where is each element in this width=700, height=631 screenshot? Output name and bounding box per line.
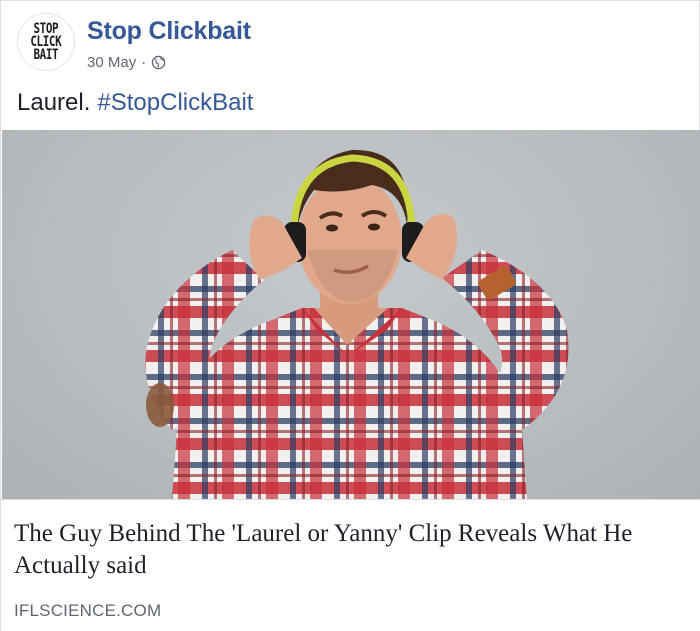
post-caption: Laurel. #StopClickBait [17,89,253,117]
avatar-text-line-3: BAIT [33,46,59,63]
man-with-headphones-photo [145,149,569,499]
link-preview-image[interactable] [2,130,700,499]
meta-separator: · [141,54,147,71]
link-headline[interactable]: The Guy Behind The 'Laurel or Yanny' Cli… [14,518,674,582]
globe-icon[interactable] [151,55,166,70]
post-date-link[interactable]: 30 May [87,54,136,71]
facebook-post: STOP CLICK BAIT Stop Clickbait 30 May · … [0,0,700,631]
link-preview-box[interactable]: The Guy Behind The 'Laurel or Yanny' Cli… [1,499,700,631]
hashtag-link[interactable]: #StopClickBait [97,89,253,116]
post-meta: 30 May · [87,54,166,71]
page-avatar[interactable]: STOP CLICK BAIT [17,13,75,71]
caption-text: Laurel. [17,89,91,116]
link-domain: IFLSCIENCE.COM [14,601,162,620]
post-header: STOP CLICK BAIT Stop Clickbait 30 May · [1,1,700,81]
page-name-link[interactable]: Stop Clickbait [87,17,251,46]
